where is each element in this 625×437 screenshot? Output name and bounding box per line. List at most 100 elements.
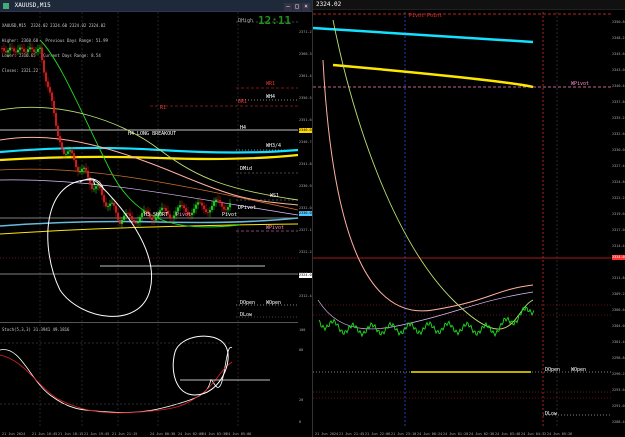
candle-body [181,205,183,206]
label-dhigh: DHigh [238,18,254,24]
candle-body [101,188,103,196]
price-tag-cyan: 2330.02 [299,211,314,216]
label-r-wopen: WOpen [571,367,587,373]
candle-body [169,214,171,218]
candle-body [53,100,55,114]
candle-body [87,170,89,178]
price-tick: 2304.05 [612,324,625,328]
candle-body [217,199,219,201]
hand-drawn-circle [47,179,152,317]
label-dpivot: DPivot [238,205,257,211]
price-tick: 2337.85 [612,100,625,104]
time-tick: 21 Jun 16:45 [32,432,58,436]
price-tick: 2343.05 [612,68,625,72]
price-tick: 2341.84 [299,162,314,166]
time-tick: 21 Jun 2024 [2,432,26,436]
candle-body [165,208,167,211]
price-tick: 2298.85 [612,356,625,360]
time-tick: 24 Jun 00:24 [417,432,443,436]
label-r-dopen: DOpen [545,367,561,373]
label-h4: H4 [240,125,247,131]
price-tick: 2332.65 [612,132,625,136]
price-tick: 2356.55 [299,96,314,100]
time-tick: 21 Jun 23:10 [391,432,417,436]
candle-body [9,47,11,51]
candle-body [193,208,195,213]
candle-body [85,167,87,171]
candle-body [173,215,175,218]
time-tick: 24 Jun 00:30 [150,432,176,436]
candle-body [163,207,165,209]
price-tick: 2322.24 [299,250,314,254]
label-dmid: DMid [240,166,253,172]
candle-body [91,184,93,189]
label-pivot-small: Pivot [176,212,192,218]
candle-body [71,150,73,154]
price-tick: 2335.25 [612,116,625,120]
time-tick: 21 Jun 21:45 [339,432,365,436]
candle-body [153,219,155,221]
price-tick: 2366.35 [299,52,314,56]
candle-body [179,205,181,208]
candle-body [65,153,67,155]
candle-body [79,171,81,173]
candle-body [45,72,47,82]
candle-body [95,186,97,189]
time-tick: 21 Jun 2024 [315,432,339,436]
candle-body [69,150,71,152]
candle-body [219,200,221,203]
candle-body [17,49,19,53]
candle-body [81,168,83,172]
time-tick: 24 Jun 03:48 [495,432,521,436]
candle-body [67,151,69,154]
candle-body [211,205,213,210]
candle-body [5,50,7,53]
left-chart-window[interactable]: XAUUSD,M15 – □ × XAUUSD,M15 2324.02 2324.6… [0,0,314,437]
candle-body [227,207,229,210]
candle-body [39,47,41,49]
candle-body [197,202,199,205]
candle-body [97,185,99,187]
candle-body [115,205,117,213]
price-tick: 2330.05 [612,148,625,152]
candle-body [37,48,39,52]
candle-body [131,216,133,220]
candle-body [119,219,121,224]
candle-body [25,51,27,53]
candle-body [47,81,49,88]
candle-body [35,51,37,53]
candle-body [93,188,95,190]
candle-body [13,48,15,52]
candle-body [195,204,197,209]
ma-salmon [322,59,534,312]
right-chart-window[interactable]: 2324.02 Pivot Point WPivot DOpen WOpen D… [313,0,625,437]
tick-price-line [318,306,535,338]
time-tick: 24 Jun 04:32 [521,432,547,436]
price-tick: 2351.65 [299,118,314,122]
candle-body [41,47,43,61]
label-r1: R1 [160,105,167,111]
price-tick: 2301.45 [612,340,625,344]
candle-body [19,47,21,50]
stoch-tick: 0 [299,420,302,424]
candle-body [55,113,57,126]
time-tick: 21 Jun 18:15 [58,432,84,436]
price-tick: 2327.45 [612,164,625,168]
candle-body [63,149,65,154]
price-tick: 2340.45 [612,84,625,88]
candle-body [133,219,135,223]
cyan-band [313,26,534,44]
left-price-chart[interactable] [0,0,312,437]
time-tick: 21 Jun 22:06 [365,432,391,436]
price-tick: 2317.05 [612,228,625,232]
label-dr1: DR1 [238,99,248,105]
server-clock: 12:11 [258,14,292,27]
label-pivot-point: Pivot Point [409,13,443,19]
time-tick: 21 Jun 19:45 [84,432,110,436]
yellow-band [332,63,534,89]
ma-salmon [0,136,299,206]
candle-body [209,209,211,213]
candle-body [177,207,179,212]
price-tick: 2345.65 [612,52,625,56]
candle-body [27,49,29,53]
